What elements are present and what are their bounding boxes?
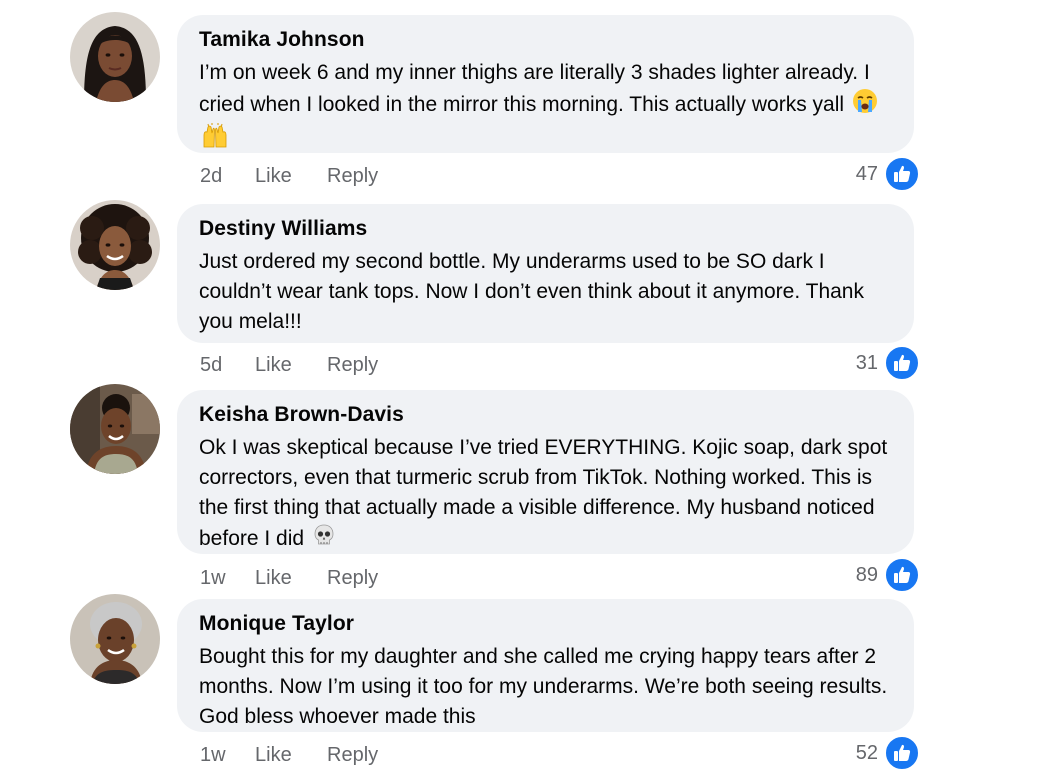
comment-timestamp[interactable]: 2d xyxy=(200,164,222,188)
reply-link[interactable]: Reply xyxy=(327,353,378,377)
like-link[interactable]: Like xyxy=(255,353,292,377)
loudly-crying-face-emoji xyxy=(852,88,878,123)
thumbs-up-icon xyxy=(884,557,920,593)
avatar[interactable] xyxy=(70,200,160,290)
comment-body: Just ordered my second bottle. My undera… xyxy=(199,250,864,333)
comment-author[interactable]: Keisha Brown-Davis xyxy=(199,401,892,429)
reaction-summary[interactable]: 89 xyxy=(855,557,920,593)
like-link[interactable]: Like xyxy=(255,743,292,767)
comment-author[interactable]: Tamika Johnson xyxy=(199,26,892,54)
reaction-count: 89 xyxy=(855,563,878,586)
comment-bubble: Monique Taylor Bought this for my daught… xyxy=(177,599,914,732)
comment-bubble: Tamika Johnson I’m on week 6 and my inne… xyxy=(177,15,914,153)
thumbs-up-icon xyxy=(884,735,920,771)
thumbs-up-icon xyxy=(884,156,920,192)
reply-link[interactable]: Reply xyxy=(327,566,378,590)
like-link[interactable]: Like xyxy=(255,566,292,590)
like-link[interactable]: Like xyxy=(255,164,292,188)
comment-text: Just ordered my second bottle. My undera… xyxy=(199,247,892,337)
reaction-summary[interactable]: 52 xyxy=(855,735,920,771)
raising-hands-emoji xyxy=(201,123,229,158)
reaction-count: 52 xyxy=(855,741,878,764)
comment-body: Ok I was skeptical because I’ve tried EV… xyxy=(199,436,888,551)
avatar[interactable] xyxy=(70,594,160,684)
comment-text: Bought this for my daughter and she call… xyxy=(199,642,892,732)
comment-timestamp[interactable]: 1w xyxy=(200,566,226,590)
comment-bubble: Destiny Williams Just ordered my second … xyxy=(177,204,914,343)
reaction-summary[interactable]: 47 xyxy=(855,156,920,192)
avatar[interactable] xyxy=(70,12,160,102)
skull-emoji xyxy=(312,523,336,556)
comment-text: I’m on week 6 and my inner thighs are li… xyxy=(199,58,892,158)
comment-text: Ok I was skeptical because I’ve tried EV… xyxy=(199,433,892,556)
comment-author[interactable]: Monique Taylor xyxy=(199,610,892,638)
reply-link[interactable]: Reply xyxy=(327,164,378,188)
reaction-summary[interactable]: 31 xyxy=(855,345,920,381)
reply-link[interactable]: Reply xyxy=(327,743,378,767)
comment-timestamp[interactable]: 5d xyxy=(200,353,222,377)
reaction-count: 47 xyxy=(855,162,878,185)
comment-timestamp[interactable]: 1w xyxy=(200,743,226,767)
comment-body: Bought this for my daughter and she call… xyxy=(199,645,888,728)
comment-author[interactable]: Destiny Williams xyxy=(199,215,892,243)
thumbs-up-icon xyxy=(884,345,920,381)
comment-body: I’m on week 6 and my inner thighs are li… xyxy=(199,61,870,117)
avatar[interactable] xyxy=(70,384,160,474)
reaction-count: 31 xyxy=(855,351,878,374)
comment-bubble: Keisha Brown-Davis Ok I was skeptical be… xyxy=(177,390,914,554)
